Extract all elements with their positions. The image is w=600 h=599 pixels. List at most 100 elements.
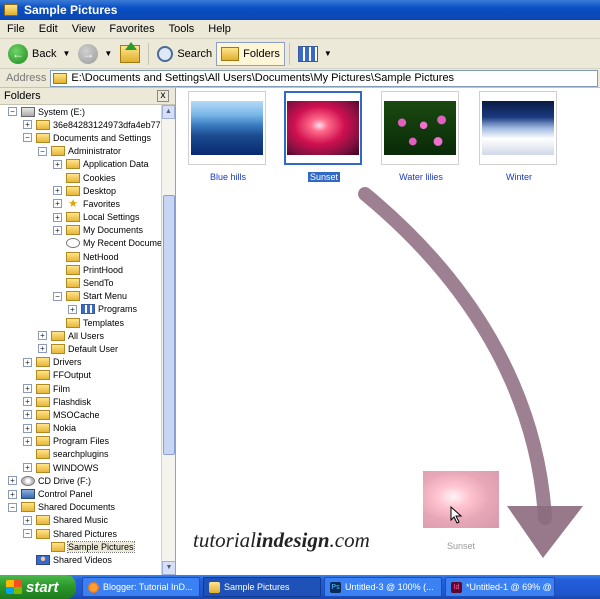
tree-item[interactable]: − Administrator (0, 145, 162, 158)
tree-item[interactable]: − Shared Pictures (0, 527, 162, 540)
scroll-thumb[interactable] (163, 195, 175, 455)
views-button[interactable]: ▼ (294, 42, 336, 66)
thumbnail-label: Water lilies (399, 172, 443, 182)
tree-item[interactable]: + WINDOWS (0, 461, 162, 474)
views-dropdown-icon[interactable]: ▼ (324, 49, 332, 58)
expand-icon[interactable]: + (23, 384, 32, 394)
tree-item[interactable]: PrintHood (0, 263, 162, 276)
tree-item[interactable]: Shared Videos (0, 553, 162, 566)
folder-icon (36, 370, 50, 381)
tree-item[interactable]: Templates (0, 316, 162, 329)
folder-icon (36, 423, 50, 434)
file-view: Blue hills Sunset Water lilies Winter Su… (177, 88, 600, 575)
tree-item[interactable]: + Local Settings (0, 211, 162, 224)
menu-file[interactable]: File (0, 23, 32, 35)
tree-item[interactable]: + Drivers (0, 356, 162, 369)
tree-item[interactable]: + ★ Favorites (0, 197, 162, 210)
expand-icon[interactable]: + (53, 212, 62, 222)
tree-item-label: All Users (68, 330, 105, 341)
tree-item[interactable]: − Documents and Settings (0, 131, 162, 144)
expand-icon[interactable]: + (8, 489, 17, 499)
taskbar-item-photoshop[interactable]: Ps Untitled-3 @ 100% (... (324, 577, 442, 597)
tree-item[interactable]: + Program Files (0, 435, 162, 448)
expand-icon[interactable]: + (38, 344, 47, 354)
tree-item-label: Cookies (83, 172, 116, 183)
expand-icon[interactable]: + (23, 397, 32, 407)
menu-tools[interactable]: Tools (162, 23, 202, 35)
tree-item[interactable]: + Film (0, 382, 162, 395)
expand-icon[interactable]: + (23, 423, 32, 433)
tree-item[interactable]: + Nokia (0, 422, 162, 435)
tree-item[interactable]: + Desktop (0, 184, 162, 197)
tree-item[interactable]: + Control Panel (0, 487, 162, 500)
tree-item[interactable]: Sample Pictures (0, 540, 162, 553)
menu-view[interactable]: View (65, 23, 103, 35)
tree-item[interactable]: + Default User (0, 342, 162, 355)
collapse-icon[interactable]: − (23, 133, 32, 143)
back-dropdown-icon[interactable]: ▼ (62, 49, 70, 58)
expand-icon[interactable]: + (53, 199, 62, 209)
expand-icon[interactable]: + (53, 186, 62, 196)
tree-item[interactable]: +36e84283124973dfa4eb779b (0, 118, 162, 131)
scroll-up-icon[interactable]: ▲ (162, 105, 175, 119)
title-bar[interactable]: Sample Pictures (0, 0, 600, 20)
tree-item[interactable]: + Shared Music (0, 514, 162, 527)
expand-icon[interactable]: + (23, 410, 32, 420)
expand-icon[interactable]: + (38, 331, 47, 341)
tree-item[interactable]: My Recent Documents (0, 237, 162, 250)
tree-item[interactable]: + CD Drive (F:) (0, 474, 162, 487)
expand-icon[interactable]: + (23, 436, 32, 446)
address-path: E:\Documents and Settings\All Users\Docu… (71, 72, 455, 84)
tree-item-label: Shared Music (53, 515, 109, 526)
tree-item[interactable]: − Start Menu (0, 290, 162, 303)
search-button[interactable]: Search (153, 42, 216, 66)
collapse-icon[interactable]: − (38, 146, 47, 156)
expand-icon[interactable]: + (53, 225, 62, 235)
forward-dropdown-icon[interactable]: ▼ (104, 49, 112, 58)
menu-favorites[interactable]: Favorites (102, 23, 161, 35)
tree-item[interactable]: − System (E:) (0, 105, 162, 118)
tree-item[interactable]: + Flashdisk (0, 395, 162, 408)
expand-icon[interactable]: + (23, 357, 32, 367)
scroll-down-icon[interactable]: ▼ (162, 561, 175, 575)
menu-edit[interactable]: Edit (32, 23, 65, 35)
expand-icon[interactable]: + (8, 476, 17, 486)
expand-icon[interactable]: + (23, 120, 32, 130)
tree-item[interactable]: NetHood (0, 250, 162, 263)
tree-item[interactable]: + Application Data (0, 158, 162, 171)
folder-tree-scrollbar[interactable]: ▲ ▼ (161, 105, 175, 575)
folders-button[interactable]: Folders (216, 41, 285, 66)
collapse-icon[interactable]: − (8, 107, 17, 117)
expand-icon[interactable]: + (53, 159, 62, 169)
expand-icon[interactable]: + (68, 304, 77, 314)
expand-icon[interactable]: + (23, 515, 32, 525)
tree-item-label: CD Drive (F:) (38, 475, 91, 486)
start-button[interactable]: start (0, 575, 76, 599)
tree-item[interactable]: + All Users (0, 329, 162, 342)
tree-item[interactable]: − Shared Documents (0, 501, 162, 514)
close-icon[interactable]: x (157, 90, 169, 102)
taskbar-item-indesign[interactable]: Id *Untitled-1 @ 69% @ (445, 577, 555, 597)
tree-item[interactable]: SendTo (0, 276, 162, 289)
collapse-icon[interactable]: − (23, 529, 32, 539)
forward-button[interactable]: → ▼ (74, 42, 116, 66)
expand-icon[interactable]: + (23, 463, 32, 473)
thumbnail-item[interactable]: Blue hills (188, 91, 268, 182)
thumbnail-item[interactable]: Winter (479, 91, 559, 182)
collapse-icon[interactable]: − (8, 502, 17, 512)
taskbar-item-sample-pictures[interactable]: Sample Pictures (203, 577, 321, 597)
tree-item[interactable]: + Programs (0, 303, 162, 316)
tree-item[interactable]: searchplugins (0, 448, 162, 461)
thumbnail-item[interactable]: Sunset (284, 91, 364, 183)
menu-help[interactable]: Help (201, 23, 238, 35)
tree-item[interactable]: + My Documents (0, 224, 162, 237)
taskbar-item-blogger[interactable]: Blogger: Tutorial InD... (82, 577, 200, 597)
address-field[interactable]: E:\Documents and Settings\All Users\Docu… (50, 69, 598, 87)
back-button[interactable]: ← Back ▼ (4, 42, 74, 66)
collapse-icon[interactable]: − (53, 291, 62, 301)
tree-item[interactable]: FFOutput (0, 369, 162, 382)
thumbnail-item[interactable]: Water lilies (381, 91, 461, 182)
tree-item[interactable]: Cookies (0, 171, 162, 184)
up-folder-button[interactable] (116, 41, 144, 66)
tree-item[interactable]: + MSOCache (0, 408, 162, 421)
